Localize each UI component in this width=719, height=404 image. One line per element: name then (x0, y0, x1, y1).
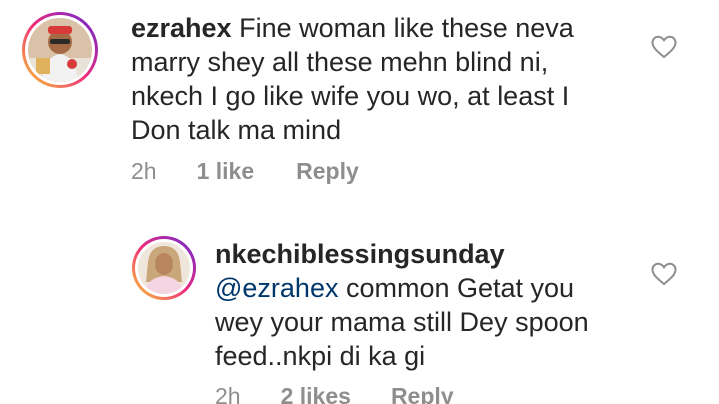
reply-meta: 2h 2 likes Reply (215, 383, 454, 404)
comment-meta: 2h 1 like Reply (131, 158, 359, 185)
reply-button[interactable]: Reply (296, 158, 359, 185)
reply-username-line: nkechiblessingsunday (215, 237, 685, 271)
heart-outline-icon[interactable] (651, 35, 677, 59)
comment-line-1: ezrahex Fine woman like these neva (131, 13, 574, 43)
comment-line-3: nkech I go like wife you wo, at least I (131, 81, 570, 111)
mention-link[interactable]: @ezrahex (215, 273, 338, 303)
reply-time[interactable]: 2h (215, 383, 241, 404)
avatar-ezrahex[interactable] (22, 12, 98, 88)
avatar-photo (138, 242, 190, 294)
avatar-image-icon (138, 242, 190, 294)
comment-line-2: marry shey all these mehn blind ni, (131, 47, 549, 77)
avatar-image-icon (28, 18, 92, 82)
reply-button[interactable]: Reply (391, 383, 454, 404)
comment-line-4: Don talk ma mind (131, 115, 342, 145)
reply-line-2: wey your mama still Dey spoon (215, 307, 589, 337)
reply-body: nkechiblessingsunday @ezrahex common Get… (215, 237, 685, 373)
comments-screen: ezrahex Fine woman like these neva marry… (0, 0, 719, 404)
comment-likes-count[interactable]: 1 like (197, 158, 255, 185)
comment-username[interactable]: ezrahex (131, 13, 232, 43)
reply-line-1: @ezrahex common Getat you (215, 273, 575, 303)
comment-body: ezrahex Fine woman like these neva marry… (131, 11, 671, 147)
reply-likes-count[interactable]: 2 likes (281, 383, 351, 404)
reply-line-3: feed..nkpi di ka gi (215, 341, 426, 371)
avatar-nkechiblessingsunday[interactable] (132, 236, 196, 300)
heart-outline-icon[interactable] (651, 262, 677, 286)
reply-username[interactable]: nkechiblessingsunday (215, 239, 505, 269)
comment-time[interactable]: 2h (131, 158, 157, 185)
avatar-photo (28, 18, 92, 82)
